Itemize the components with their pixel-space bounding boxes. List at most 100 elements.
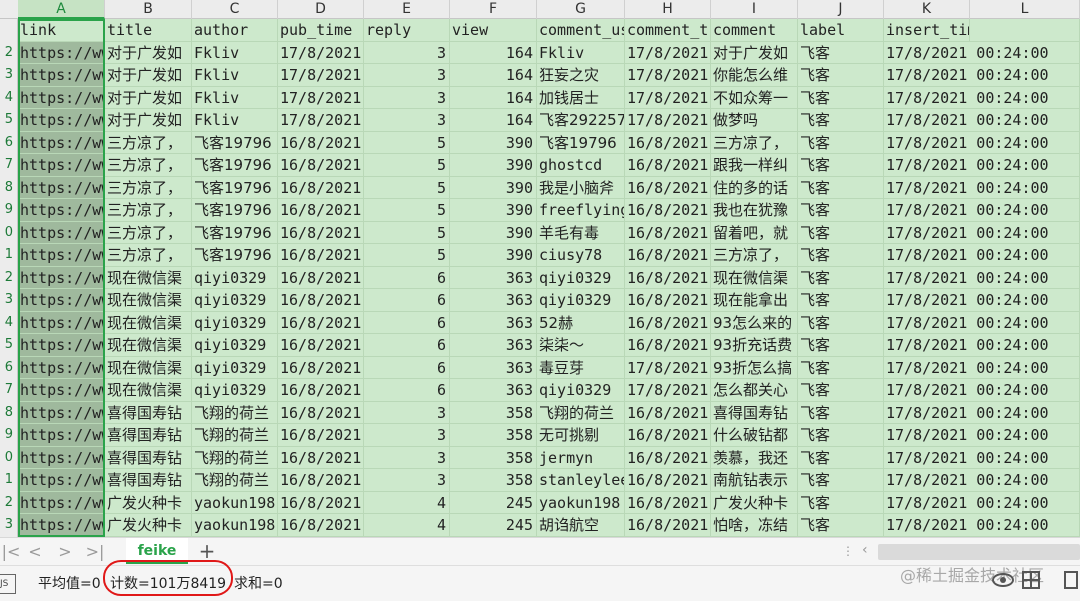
table-cell[interactable]: 17/8/2021 00:24:00 [884, 109, 1080, 132]
table-cell[interactable]: https://ww [18, 379, 105, 402]
table-cell[interactable]: https://ww [18, 311, 105, 334]
row-header[interactable]: 8 [0, 176, 18, 199]
row-header[interactable]: 3 [0, 64, 18, 87]
table-cell[interactable]: Fkliv [192, 64, 278, 87]
table-cell[interactable]: 17/8/2021 00:24:00 [884, 199, 1080, 222]
table-cell[interactable]: ciusy78 [537, 244, 625, 267]
table-cell[interactable]: qiyi0329 [192, 289, 278, 312]
table-cell[interactable]: 17/8/2021 00:24:00 [884, 446, 1080, 469]
table-cell[interactable]: 17/8/2021 [278, 86, 364, 109]
table-cell[interactable]: https://ww [18, 514, 105, 537]
column-header-b[interactable]: B [105, 0, 192, 19]
table-cell[interactable]: 三方凉了， [711, 244, 798, 267]
row-header[interactable]: 3 [0, 289, 18, 312]
table-cell[interactable]: 16/8/2021 [278, 154, 364, 177]
table-cell[interactable]: 你能怎么维 [711, 64, 798, 87]
first-sheet-icon[interactable]: |< [0, 542, 22, 562]
table-cell[interactable]: 三方凉了， [711, 131, 798, 154]
row-header[interactable]: 8 [0, 401, 18, 424]
field-name-cell[interactable]: comment_t [625, 19, 711, 42]
table-cell[interactable]: 飞客 [798, 154, 884, 177]
table-cell[interactable]: qiyi0329 [192, 266, 278, 289]
table-cell[interactable]: yaokun198 [192, 514, 278, 537]
table-cell[interactable]: 广发火种卡 [105, 491, 192, 514]
table-cell[interactable]: 6 [364, 289, 450, 312]
table-cell[interactable]: ghostcd [537, 154, 625, 177]
table-cell[interactable]: 16/8/2021 [625, 289, 711, 312]
scroll-left-icon[interactable]: ‹ [862, 542, 868, 558]
table-cell[interactable]: 17/8/2021 [625, 109, 711, 132]
table-cell[interactable]: 飞客 [798, 424, 884, 447]
table-cell[interactable]: 16/8/2021 [278, 199, 364, 222]
field-name-cell[interactable]: comment_us [537, 19, 625, 42]
table-cell[interactable]: 16/8/2021 [625, 199, 711, 222]
table-cell[interactable]: 17/8/2021 00:24:00 [884, 266, 1080, 289]
scroll-split-handle[interactable]: ⋮ [842, 544, 854, 560]
table-cell[interactable]: 现在微信渠 [105, 289, 192, 312]
table-cell[interactable]: 16/8/2021 [625, 401, 711, 424]
table-cell[interactable]: 现在能拿出 [711, 289, 798, 312]
field-name-cell[interactable] [970, 19, 1080, 42]
table-cell[interactable]: 住的多的话 [711, 176, 798, 199]
table-cell[interactable]: 飞客 [798, 221, 884, 244]
row-header[interactable]: 7 [0, 154, 18, 177]
table-cell[interactable]: 3 [364, 109, 450, 132]
table-cell[interactable]: 飞客 [798, 289, 884, 312]
table-cell[interactable]: 留着吧，就 [711, 221, 798, 244]
table-cell[interactable]: 什么破钻都 [711, 424, 798, 447]
column-header-l[interactable]: L [970, 0, 1080, 19]
table-cell[interactable]: Fkliv [192, 86, 278, 109]
table-cell[interactable]: 363 [450, 289, 537, 312]
column-header-f[interactable]: F [450, 0, 537, 19]
row-header[interactable]: 4 [0, 86, 18, 109]
row-header[interactable]: 5 [0, 109, 18, 132]
table-cell[interactable]: 加钱居士 [537, 86, 625, 109]
row-header[interactable]: 1 [0, 244, 18, 267]
table-cell[interactable]: 飞客 [798, 446, 884, 469]
table-cell[interactable]: 三方凉了， [105, 199, 192, 222]
table-cell[interactable]: https://ww [18, 176, 105, 199]
table-cell[interactable]: 16/8/2021 [625, 334, 711, 357]
table-cell[interactable]: 16/8/2021 [278, 446, 364, 469]
table-cell[interactable]: 52赫 [537, 311, 625, 334]
table-cell[interactable]: https://ww [18, 469, 105, 492]
table-cell[interactable]: https://ww [18, 244, 105, 267]
table-cell[interactable]: https://ww [18, 64, 105, 87]
table-cell[interactable]: https://ww [18, 86, 105, 109]
table-cell[interactable]: 飞客 [798, 311, 884, 334]
row-header[interactable]: 6 [0, 356, 18, 379]
table-cell[interactable]: qiyi0329 [537, 289, 625, 312]
table-cell[interactable]: 17/8/2021 00:24:00 [884, 491, 1080, 514]
table-cell[interactable]: 17/8/2021 00:24:00 [884, 154, 1080, 177]
table-cell[interactable]: 怕啥，冻结 [711, 514, 798, 537]
table-cell[interactable]: 飞客 [798, 244, 884, 267]
table-cell[interactable]: 不如众筹一 [711, 86, 798, 109]
table-cell[interactable]: 390 [450, 199, 537, 222]
table-cell[interactable]: 17/8/2021 [625, 86, 711, 109]
table-cell[interactable]: 17/8/2021 00:24:00 [884, 289, 1080, 312]
table-cell[interactable]: https://ww [18, 491, 105, 514]
table-cell[interactable]: 358 [450, 401, 537, 424]
table-cell[interactable]: https://ww [18, 154, 105, 177]
table-cell[interactable]: 喜得国寿钻 [105, 424, 192, 447]
row-header[interactable]: 9 [0, 199, 18, 222]
field-name-cell[interactable]: view [450, 19, 537, 42]
table-cell[interactable]: Fkliv [537, 41, 625, 64]
table-cell[interactable]: yaokun198 [537, 491, 625, 514]
table-cell[interactable]: 16/8/2021 [625, 176, 711, 199]
table-cell[interactable]: 245 [450, 514, 537, 537]
table-cell[interactable]: 胡诌航空 [537, 514, 625, 537]
table-cell[interactable]: 17/8/2021 [278, 109, 364, 132]
table-cell[interactable]: https://ww [18, 221, 105, 244]
table-cell[interactable]: 390 [450, 176, 537, 199]
table-cell[interactable]: 我也在犹豫 [711, 199, 798, 222]
table-cell[interactable]: 17/8/2021 00:24:00 [884, 41, 1080, 64]
table-cell[interactable]: https://ww [18, 109, 105, 132]
table-cell[interactable]: 5 [364, 244, 450, 267]
table-cell[interactable]: https://ww [18, 266, 105, 289]
table-cell[interactable]: 16/8/2021 [625, 244, 711, 267]
column-header-k[interactable]: K [884, 0, 970, 19]
table-cell[interactable]: qiyi0329 [192, 334, 278, 357]
table-cell[interactable]: 17/8/2021 00:24:00 [884, 176, 1080, 199]
table-cell[interactable]: qiyi0329 [537, 266, 625, 289]
